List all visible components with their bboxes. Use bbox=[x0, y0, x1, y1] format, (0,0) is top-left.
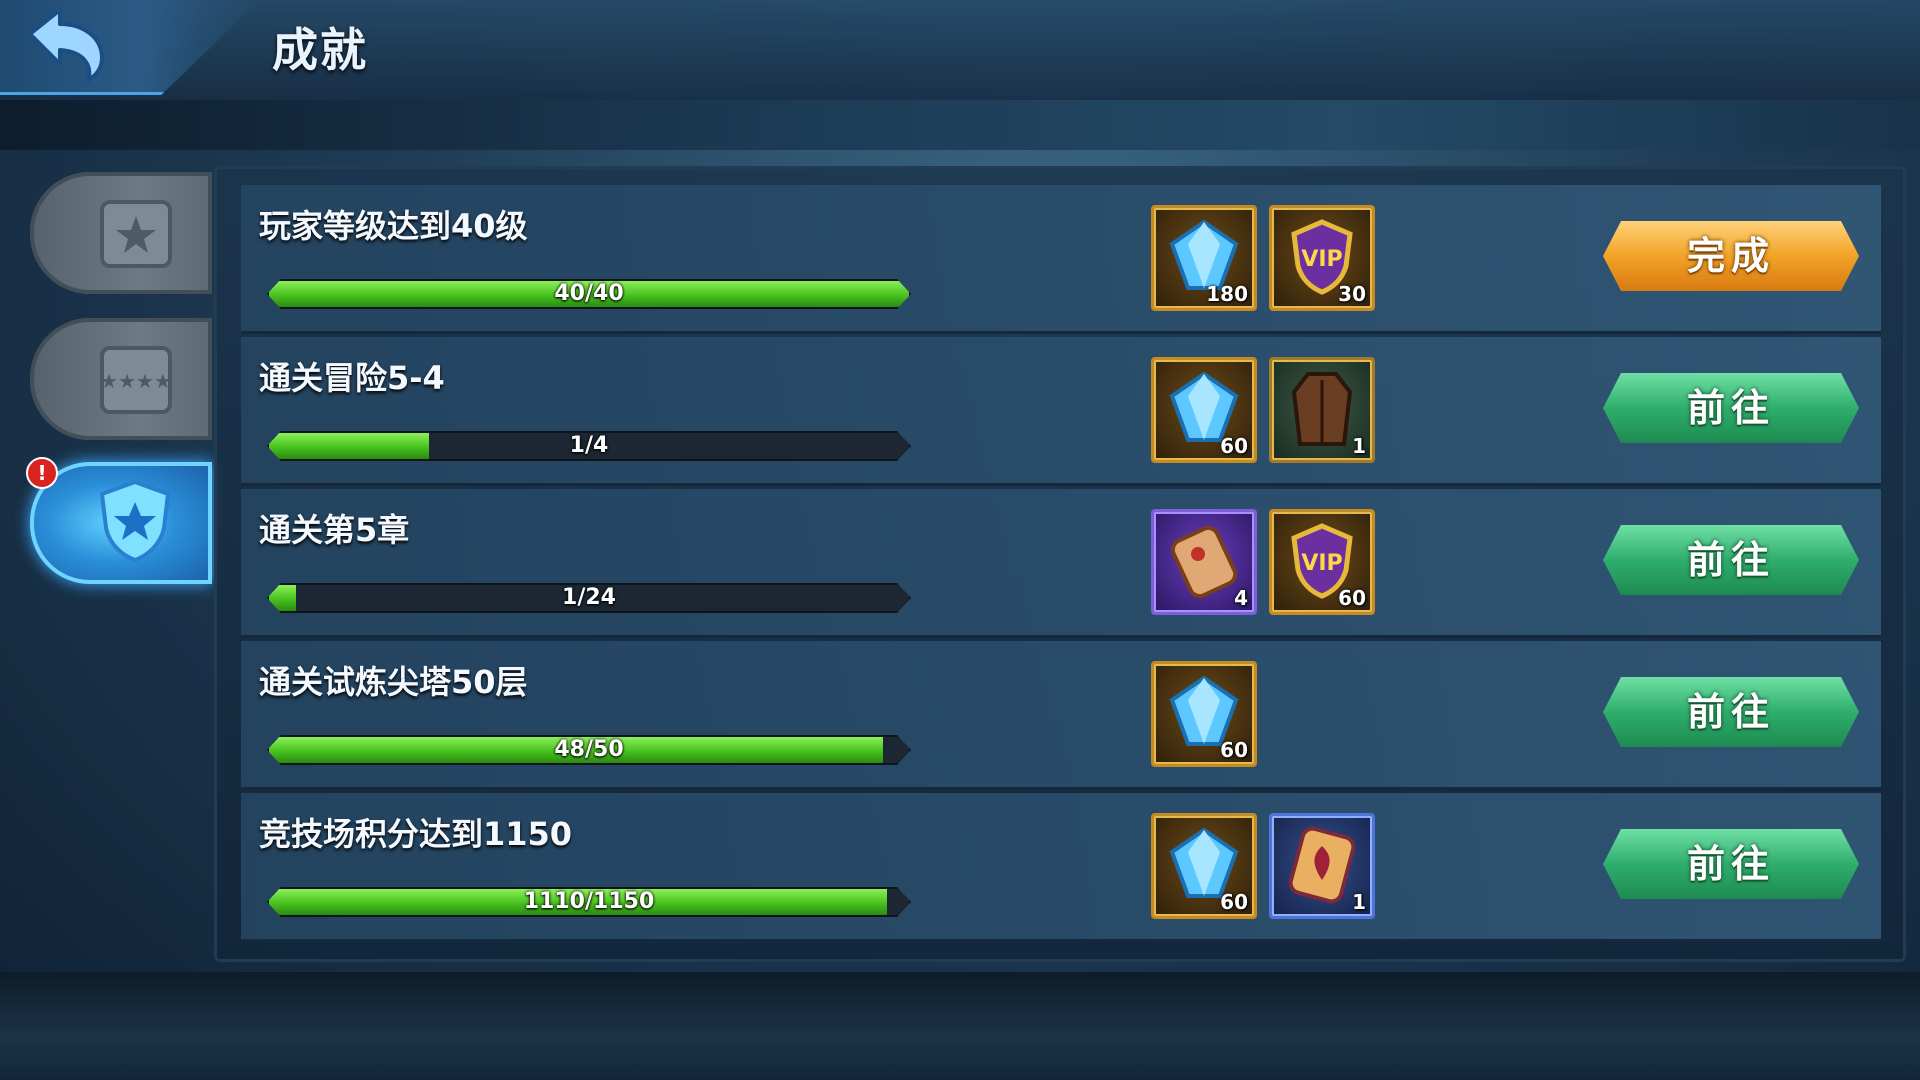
reward-count: 60 bbox=[1220, 890, 1248, 914]
tab-weekly[interactable]: ★★★★ bbox=[30, 318, 212, 440]
reward-item[interactable]: VIP 30 bbox=[1269, 205, 1375, 311]
reward-count: 1 bbox=[1352, 890, 1366, 914]
progress-bar: 1110/1150 bbox=[267, 887, 911, 917]
reward-count: 4 bbox=[1234, 586, 1248, 610]
tab-achievement[interactable] bbox=[30, 462, 212, 584]
reward-count: 30 bbox=[1338, 282, 1366, 306]
stars-scroll-icon: ★★★★ bbox=[100, 346, 172, 414]
reward-count: 1 bbox=[1352, 434, 1366, 458]
reward-item[interactable]: 1 bbox=[1269, 357, 1375, 463]
achievement-panel: 玩家等级达到40级 40/40 180 VIP 30 完成 通关冒险5-4 1/… bbox=[214, 166, 1906, 962]
achievement-row: 竞技场积分达到1150 1110/1150 60 1 前往 bbox=[241, 793, 1881, 942]
reward-item[interactable]: 4 bbox=[1151, 509, 1257, 615]
footer-band bbox=[0, 972, 1920, 1080]
reward-item[interactable]: 1 bbox=[1269, 813, 1375, 919]
progress-text: 40/40 bbox=[554, 281, 624, 306]
progress-text: 48/50 bbox=[554, 737, 624, 762]
reward-item[interactable]: 60 bbox=[1151, 661, 1257, 767]
go-button[interactable]: 前往 bbox=[1603, 525, 1859, 595]
reward-count: 60 bbox=[1220, 434, 1248, 458]
achievement-title: 玩家等级达到40级 bbox=[259, 207, 528, 245]
header-band bbox=[0, 100, 1920, 150]
progress-text: 1/4 bbox=[569, 433, 609, 458]
go-button[interactable]: 前往 bbox=[1603, 677, 1859, 747]
reward-item[interactable]: 180 bbox=[1151, 205, 1257, 311]
star-scroll-icon bbox=[100, 200, 172, 268]
achievement-title: 竞技场积分达到1150 bbox=[259, 815, 573, 853]
progress-text: 1/24 bbox=[562, 585, 616, 610]
alert-badge: ! bbox=[26, 457, 58, 489]
progress-bar: 48/50 bbox=[267, 735, 911, 765]
reward-count: 180 bbox=[1206, 282, 1248, 306]
svg-text:VIP: VIP bbox=[1301, 551, 1342, 576]
achievement-title: 通关第5章 bbox=[259, 511, 410, 549]
tab-daily[interactable] bbox=[30, 172, 212, 294]
reward-count: 60 bbox=[1220, 738, 1248, 762]
reward-count: 60 bbox=[1338, 586, 1366, 610]
go-button[interactable]: 前往 bbox=[1603, 373, 1859, 443]
achievement-title: 通关试炼尖塔50层 bbox=[259, 663, 528, 701]
reward-item[interactable]: 60 bbox=[1151, 357, 1257, 463]
back-button[interactable] bbox=[22, 4, 112, 84]
svg-text:VIP: VIP bbox=[1301, 247, 1342, 272]
header-bar: 成就 bbox=[0, 0, 1920, 150]
shield-star-icon bbox=[99, 479, 171, 563]
back-arrow-icon bbox=[28, 8, 104, 82]
achievement-row: 通关冒险5-4 1/4 60 1 前往 bbox=[241, 337, 1881, 486]
page-title: 成就 bbox=[272, 23, 368, 77]
complete-button[interactable]: 完成 bbox=[1603, 221, 1859, 291]
achievement-row: 通关第5章 1/24 4 VIP 60 前往 bbox=[241, 489, 1881, 638]
achievement-row: 通关试炼尖塔50层 48/50 60 前往 bbox=[241, 641, 1881, 790]
achievement-title: 通关冒险5-4 bbox=[259, 359, 445, 397]
reward-item[interactable]: 60 bbox=[1151, 813, 1257, 919]
progress-bar: 40/40 bbox=[267, 279, 911, 309]
go-button[interactable]: 前往 bbox=[1603, 829, 1859, 899]
progress-text: 1110/1150 bbox=[523, 889, 655, 914]
progress-bar: 1/24 bbox=[267, 583, 911, 613]
reward-item[interactable]: VIP 60 bbox=[1269, 509, 1375, 615]
svg-text:★★★★: ★★★★ bbox=[100, 369, 172, 393]
achievement-row: 玩家等级达到40级 40/40 180 VIP 30 完成 bbox=[241, 185, 1881, 334]
progress-bar: 1/4 bbox=[267, 431, 911, 461]
